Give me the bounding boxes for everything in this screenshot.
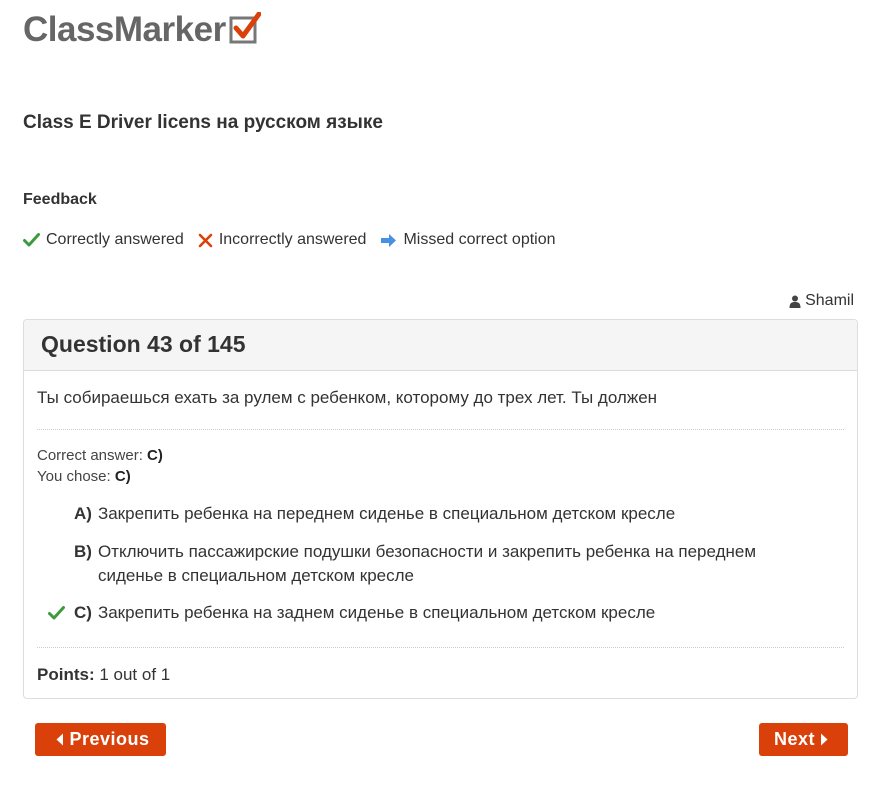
legend-missed-label: Missed correct option bbox=[403, 231, 556, 248]
caret-right-icon bbox=[821, 733, 828, 746]
legend-incorrect-label: Incorrectly answered bbox=[218, 231, 367, 248]
question-panel-header: Question 43 of 145 bbox=[24, 320, 857, 371]
option-letter: A) bbox=[74, 504, 92, 523]
question-text: Ты собираешься ехать за рулем с ребенком… bbox=[37, 388, 658, 407]
answer-option-b: B) Отключить пассажирские подушки безопа… bbox=[48, 540, 817, 588]
check-icon bbox=[23, 233, 40, 247]
option-mark bbox=[48, 502, 74, 526]
caret-left-icon bbox=[56, 733, 64, 746]
next-button[interactable]: Next bbox=[759, 723, 848, 756]
correct-answer-line: Correct answer: C) bbox=[37, 447, 163, 464]
divider bbox=[37, 647, 844, 648]
option-mark bbox=[48, 601, 74, 625]
option-letter: B) bbox=[74, 542, 92, 561]
user-icon bbox=[789, 295, 801, 308]
feedback-legend: Correctly answered Incorrectly answered … bbox=[23, 231, 570, 249]
user-name: Shamil bbox=[805, 292, 854, 309]
option-text: Закрепить ребенка на переднем сиденье в … bbox=[97, 504, 676, 523]
legend-missed: Missed correct option bbox=[380, 231, 556, 249]
feedback-heading: Feedback bbox=[23, 191, 97, 208]
cross-icon bbox=[198, 233, 213, 247]
divider bbox=[37, 429, 844, 430]
check-icon bbox=[48, 606, 65, 620]
option-text: Закрепить ребенка на заднем сиденье в сп… bbox=[97, 603, 656, 622]
option-letter: C) bbox=[74, 603, 92, 622]
logo-check-icon bbox=[229, 12, 261, 44]
you-chose-line: You chose: C) bbox=[37, 468, 131, 485]
logo-text: ClassMarker bbox=[23, 10, 226, 49]
points-line: Points: 1 out of 1 bbox=[37, 665, 170, 685]
answer-option-c: C) Закрепить ребенка на заднем сиденье в… bbox=[48, 601, 817, 625]
points-value: 1 out of 1 bbox=[99, 665, 171, 684]
option-mark bbox=[48, 540, 74, 564]
you-chose-label: You chose: bbox=[37, 468, 111, 485]
question-panel: Question 43 of 145 Ты собираешься ехать … bbox=[23, 319, 858, 699]
classmarker-logo: ClassMarker bbox=[23, 10, 261, 50]
legend-correct: Correctly answered bbox=[23, 231, 184, 249]
option-text: Отключить пассажирские подушки безопасно… bbox=[97, 542, 757, 585]
user-info: Shamil bbox=[789, 292, 854, 310]
question-number: Question 43 of 145 bbox=[41, 331, 246, 357]
legend-incorrect: Incorrectly answered bbox=[198, 231, 367, 249]
you-chose-value: C) bbox=[114, 468, 131, 485]
previous-button[interactable]: Previous bbox=[35, 723, 166, 756]
answer-option-a: A) Закрепить ребенка на переднем сиденье… bbox=[48, 502, 817, 526]
arrow-right-icon bbox=[381, 233, 397, 247]
legend-correct-label: Correctly answered bbox=[46, 231, 184, 248]
points-label: Points: bbox=[37, 665, 95, 684]
correct-answer-value: C) bbox=[147, 447, 163, 464]
correct-answer-label: Correct answer: bbox=[37, 447, 143, 464]
previous-label: Previous bbox=[69, 729, 150, 749]
next-label: Next bbox=[773, 729, 815, 749]
quiz-title: Class E Driver licens на русском языке bbox=[23, 112, 383, 133]
